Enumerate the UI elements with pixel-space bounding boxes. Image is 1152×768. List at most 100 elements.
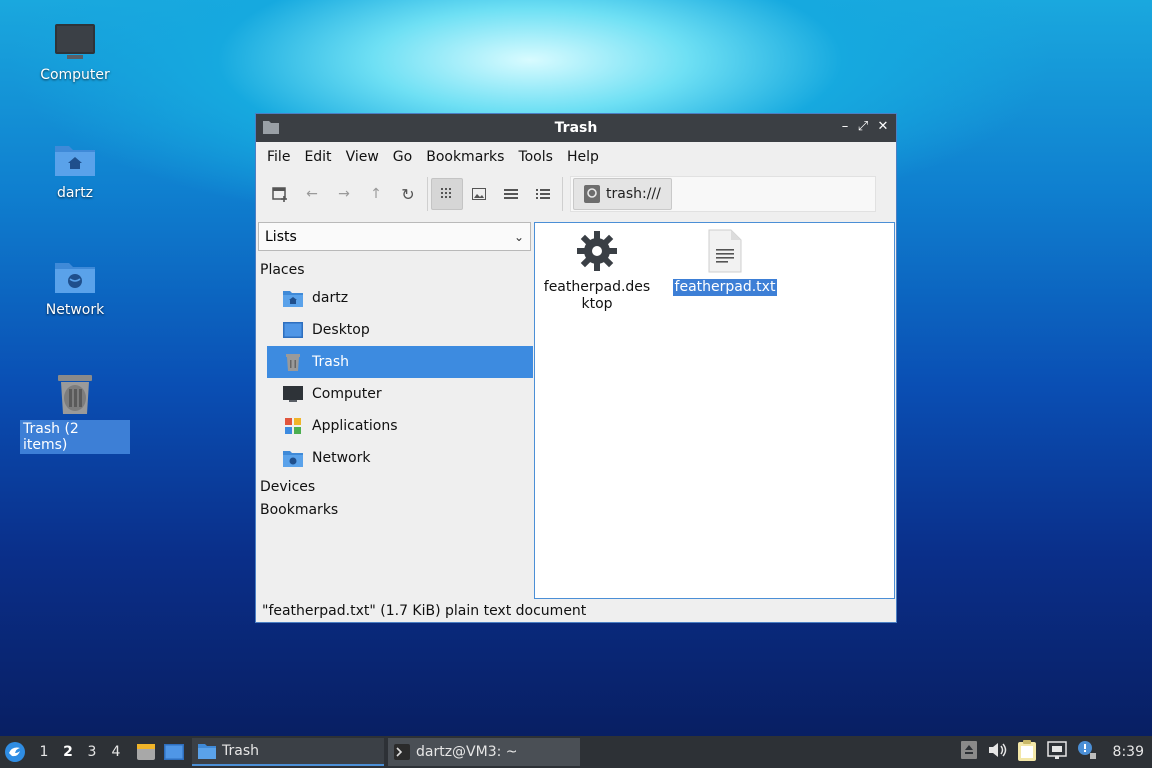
place-network[interactable]: Network (267, 442, 533, 474)
desktop-icon-trash[interactable]: Trash (2 items) (20, 372, 130, 454)
menu-view[interactable]: View (339, 149, 386, 165)
place-computer[interactable]: Computer (267, 378, 533, 410)
file-view[interactable]: featherpad.desktop featherpad.txt (534, 222, 895, 599)
clock[interactable]: 8:39 (1113, 744, 1144, 760)
menu-edit[interactable]: Edit (297, 149, 338, 165)
toolbar-separator (562, 177, 563, 211)
compact-view-button[interactable] (495, 178, 527, 210)
reload-icon: ↻ (401, 184, 415, 204)
thumbnail-view-button[interactable] (463, 178, 495, 210)
section-bookmarks[interactable]: Bookmarks (257, 499, 533, 522)
file-name: featherpad.desktop (543, 279, 651, 312)
status-bar: "featherpad.txt" (1.7 KiB) plain text do… (262, 603, 587, 619)
file-name: featherpad.txt (672, 279, 778, 296)
workspace-2[interactable]: 2 (56, 744, 80, 760)
menu-go[interactable]: Go (386, 149, 419, 165)
place-trash[interactable]: Trash (267, 346, 533, 378)
titlebar[interactable]: Trash – ⤢ ✕ (256, 114, 896, 142)
place-label: Network (312, 450, 371, 466)
desktop-icon-label: Trash (2 items) (20, 420, 130, 454)
icon-view-icon (441, 188, 451, 198)
minimize-button[interactable]: – (836, 118, 854, 136)
reload-button[interactable]: ↻ (392, 178, 424, 210)
list-compact-icon (504, 189, 518, 199)
new-tab-button[interactable] (264, 178, 296, 210)
task-label: Trash (222, 743, 259, 759)
forward-button[interactable]: → (328, 178, 360, 210)
trash-icon (58, 375, 92, 414)
network-button[interactable] (1046, 741, 1067, 763)
task-trash[interactable]: Trash (192, 738, 384, 766)
trash-small-icon (584, 185, 600, 203)
removable-media-button[interactable] (960, 741, 977, 763)
home-folder-icon (55, 146, 95, 176)
path-text: trash:/// (606, 186, 661, 202)
menu-file[interactable]: File (260, 149, 297, 165)
workspace-3[interactable]: 3 (80, 744, 104, 760)
side-panel: Lists ⌄ Places dartz Desktop Trash Compu… (257, 222, 533, 600)
maximize-button[interactable]: ⤢ (854, 118, 872, 136)
task-terminal[interactable]: dartz@VM3: ~ (388, 738, 580, 766)
section-devices[interactable]: Devices (257, 476, 533, 499)
place-desktop[interactable]: Desktop (267, 314, 533, 346)
notification-button[interactable] (1077, 740, 1097, 764)
detailed-view-button[interactable] (527, 178, 559, 210)
place-dartz[interactable]: dartz (267, 282, 533, 314)
side-pane-mode-select[interactable]: Lists ⌄ (258, 222, 531, 251)
workspace-1[interactable]: 1 (32, 744, 56, 760)
arrow-right-icon: → (338, 186, 350, 202)
workspace-4[interactable]: 4 (104, 744, 128, 760)
desktop-icon-network[interactable]: Network (20, 257, 130, 319)
notification-icon (1077, 741, 1096, 759)
window-title: Trash (554, 120, 598, 136)
file-item-featherpad-txt[interactable]: featherpad.txt (665, 229, 785, 296)
place-label: Computer (312, 386, 382, 402)
path-button-trash[interactable]: trash:/// (573, 178, 672, 210)
menu-bookmarks[interactable]: Bookmarks (419, 149, 511, 165)
file-manager-window: Trash – ⤢ ✕ File Edit View Go Bookmarks … (255, 113, 897, 623)
computer-icon (283, 386, 303, 402)
up-button[interactable]: ↑ (360, 178, 392, 210)
desktop-icon-label: Computer (40, 67, 110, 83)
back-button[interactable]: ← (296, 178, 328, 210)
desktop-icon-label: Network (45, 302, 105, 318)
gear-icon (577, 231, 617, 271)
quicklaunch-file-manager[interactable] (134, 743, 158, 761)
quicklaunch-show-desktop[interactable] (162, 743, 186, 761)
taskbar: 1 2 3 4 Trash dartz@VM3: ~ 8:39 (0, 736, 1152, 768)
close-button[interactable]: ✕ (874, 118, 892, 136)
file-manager-icon (137, 744, 155, 760)
clipboard-icon (1017, 740, 1036, 761)
folder-icon (198, 744, 216, 759)
clipboard-button[interactable] (1017, 739, 1037, 765)
toolbar-separator (427, 177, 428, 211)
workspace-switcher: 1 2 3 4 (32, 744, 128, 760)
applications-icon (285, 418, 301, 434)
path-bar[interactable]: trash:/// (570, 176, 876, 212)
volume-button[interactable] (987, 741, 1007, 763)
image-icon (472, 188, 486, 200)
place-applications[interactable]: Applications (267, 410, 533, 442)
icon-view-button[interactable] (431, 178, 463, 210)
show-desktop-icon (164, 744, 184, 760)
desktop-icon-label: dartz (56, 185, 94, 201)
arrow-up-icon: ↑ (370, 186, 382, 202)
home-folder-icon (283, 291, 303, 307)
new-tab-icon (272, 187, 287, 202)
text-file-icon (708, 229, 742, 273)
network-folder-icon (55, 263, 95, 293)
menu-help[interactable]: Help (560, 149, 606, 165)
desktop-icon-dartz[interactable]: dartz (20, 140, 130, 202)
menu-tools[interactable]: Tools (511, 149, 560, 165)
place-label: dartz (312, 290, 349, 306)
place-label: Desktop (312, 322, 370, 338)
desktop-icon-computer[interactable]: Computer (20, 22, 130, 84)
volume-icon (988, 743, 1006, 757)
start-menu-button[interactable] (0, 736, 30, 768)
terminal-icon (394, 744, 410, 760)
side-pane-mode-value: Lists (265, 228, 297, 245)
trash-icon (286, 354, 300, 371)
file-item-featherpad-desktop[interactable]: featherpad.desktop (537, 229, 657, 313)
desktop-icon (283, 322, 303, 338)
computer-icon (55, 24, 95, 59)
